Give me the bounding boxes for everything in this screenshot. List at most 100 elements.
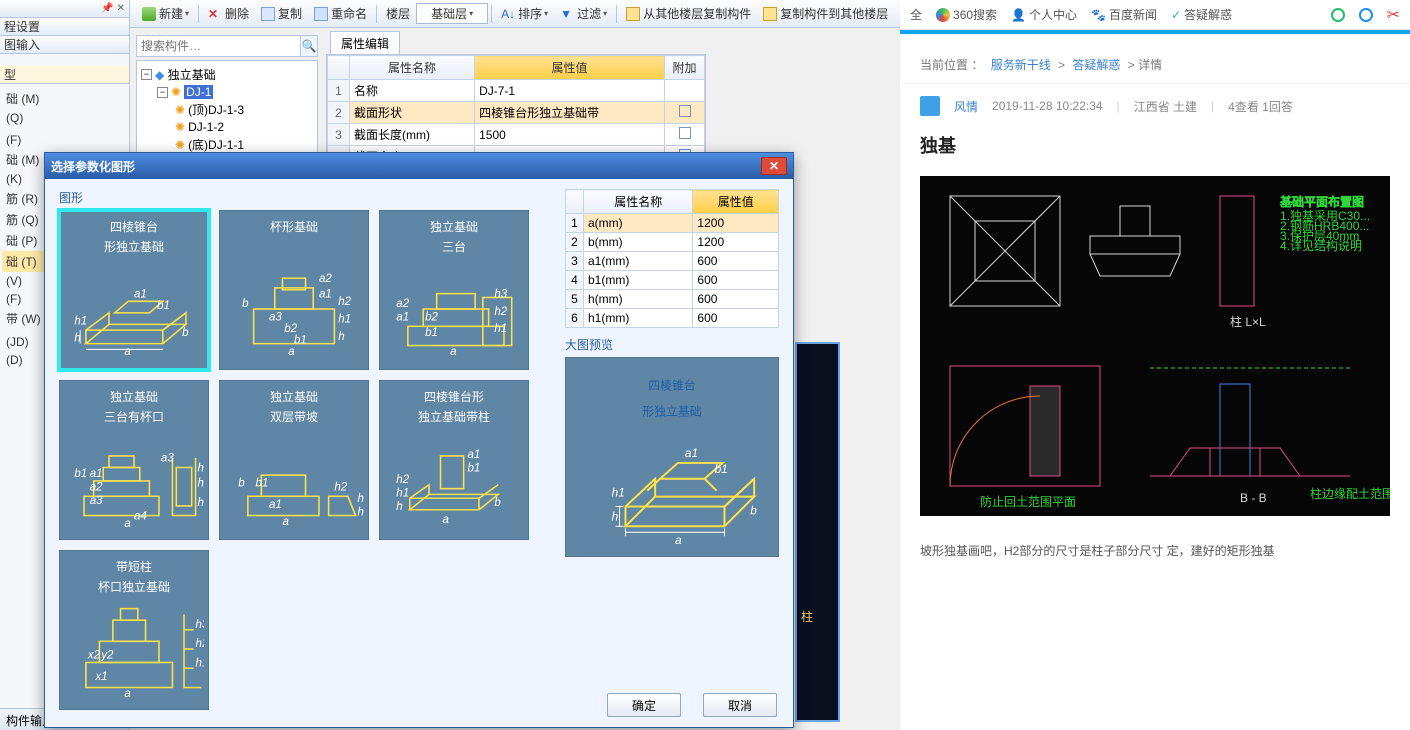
- shape-card[interactable]: 四棱锥台形独立基础带柱 a1b1h2h1hab: [379, 380, 529, 540]
- svg-text:a: a: [675, 533, 682, 547]
- left-type-item[interactable]: (F): [2, 131, 127, 149]
- meta-user[interactable]: 风情: [954, 98, 978, 115]
- prop-extra-checkbox[interactable]: [665, 124, 705, 146]
- param-name: b1(mm): [584, 271, 693, 290]
- status-dot-blue[interactable]: [1359, 8, 1373, 22]
- nav-personal[interactable]: 👤个人中心: [1011, 6, 1077, 23]
- prop-name: 截面长度(mm): [350, 124, 475, 146]
- svg-text:b1: b1: [157, 300, 170, 312]
- tb-copyfrom[interactable]: 从其他楼层复制构件: [620, 3, 757, 24]
- svg-text:h3: h3: [196, 619, 204, 631]
- dialog-titlebar[interactable]: 选择参数化图形 ✕: [45, 153, 793, 179]
- svg-text:h1: h1: [196, 657, 204, 669]
- svg-text:b: b: [182, 327, 189, 339]
- dialog-close-button[interactable]: ✕: [761, 157, 787, 175]
- canvas-label: 柱: [799, 606, 815, 627]
- left-type-item[interactable]: 础 (M): [2, 88, 127, 109]
- tree-item[interactable]: DJ-1: [184, 85, 213, 99]
- post-meta: 风情 2019-11-28 10:22:34 | 江西省 土建 | 4查看 1回…: [900, 83, 1410, 128]
- left-type-header: 型: [0, 66, 129, 84]
- shape-card[interactable]: 杯形基础 a2ba3b2b1h2h1haa1: [219, 210, 369, 370]
- svg-text:h2: h2: [338, 296, 351, 308]
- row-number: 6: [566, 309, 584, 328]
- scissors-icon[interactable]: ✂: [1387, 5, 1400, 25]
- search360-icon: [936, 8, 950, 22]
- left-type-item[interactable]: (Q): [2, 109, 127, 127]
- svg-text:b1: b1: [467, 462, 480, 474]
- dialog-ok-button[interactable]: 确定: [607, 693, 681, 717]
- tb-copy[interactable]: 复制: [255, 3, 308, 24]
- tree-collapse-icon[interactable]: −: [157, 87, 168, 98]
- pin-icon[interactable]: 📌 ✕: [101, 3, 125, 14]
- tb-delete[interactable]: ✕删除: [202, 3, 255, 24]
- svg-text:h1: h1: [338, 313, 351, 325]
- shape-card[interactable]: 独立基础三台有杯口 b1a1a2a3a3a4h3h2h1a: [59, 380, 209, 540]
- status-dot-green[interactable]: [1331, 8, 1345, 22]
- tb-filter[interactable]: ▼过滤▾: [554, 3, 613, 24]
- param-name: b(mm): [584, 233, 693, 252]
- svg-text:b: b: [242, 298, 249, 310]
- person-icon: 👤: [1011, 8, 1026, 22]
- svg-text:a: a: [282, 516, 289, 528]
- shape-card[interactable]: 独立基础双层带坡 bb1a1ah2h1h: [219, 380, 369, 540]
- tree-collapse-icon[interactable]: −: [141, 69, 152, 80]
- svg-text:a1: a1: [269, 499, 282, 511]
- prop-value[interactable]: 四棱锥台形独立基础带: [475, 102, 665, 124]
- crumb-link[interactable]: 答疑解惑: [1072, 58, 1120, 72]
- component-tree[interactable]: −◆ 独立基础 −✺DJ-1 ✺(顶)DJ-1-3 ✺DJ-1-2 ✺(底)DJ…: [136, 60, 318, 160]
- tb-sort[interactable]: A↓排序▾: [495, 3, 554, 24]
- tb-baselayer[interactable]: 基础层▾: [416, 3, 488, 24]
- search-input[interactable]: [136, 35, 301, 57]
- param-value[interactable]: 600: [693, 309, 779, 328]
- filter-icon: ▼: [560, 7, 574, 21]
- param-value[interactable]: 1200: [693, 233, 779, 252]
- post-image[interactable]: 基础平面布置图 1.独基采用C30...2.钢筋HRB400...3.保护层40…: [920, 176, 1390, 516]
- dialog-cancel-button[interactable]: 取消: [703, 693, 777, 717]
- tree-item[interactable]: (顶)DJ-1-3: [188, 101, 244, 118]
- svg-text:a3: a3: [161, 453, 174, 465]
- tree-root[interactable]: 独立基础: [168, 66, 216, 83]
- svg-text:a1: a1: [90, 468, 103, 480]
- svg-text:柱边缘配土范围: 柱边缘配土范围: [1310, 486, 1390, 501]
- shape-card[interactable]: 带短柱杯口独立基础 x2y2x1h3h2h1a: [59, 550, 209, 710]
- tree-item[interactable]: DJ-1-2: [188, 120, 224, 134]
- search-button[interactable]: 🔍: [301, 35, 318, 57]
- nav-360search[interactable]: 360搜索: [936, 6, 997, 23]
- svg-text:四棱锥台: 四棱锥台: [648, 379, 696, 393]
- copyto-icon: [763, 7, 777, 21]
- param-value[interactable]: 600: [693, 252, 779, 271]
- nav-baidunews[interactable]: 🐾百度新闻: [1091, 6, 1157, 23]
- prop-extra-checkbox[interactable]: [665, 80, 705, 102]
- svg-text:y2: y2: [100, 650, 114, 662]
- delete-icon: ✕: [208, 7, 222, 21]
- svg-text:h1: h1: [612, 486, 625, 500]
- svg-text:a4: a4: [134, 510, 147, 522]
- param-value[interactable]: 1200: [693, 214, 779, 233]
- shape-card[interactable]: 四棱锥台形独立基础 a1b1h1hab: [59, 210, 209, 370]
- breadcrumb: 当前位置 ： 服务新干线 > 答疑解惑 > 详情: [900, 34, 1410, 83]
- prop-value[interactable]: 1500: [475, 124, 665, 146]
- param-value[interactable]: 600: [693, 271, 779, 290]
- svg-text:b2: b2: [425, 312, 438, 324]
- prop-extra-checkbox[interactable]: [665, 102, 705, 124]
- param-value[interactable]: 600: [693, 290, 779, 309]
- nav-qa[interactable]: ✓答疑解惑: [1171, 6, 1232, 23]
- shape-card[interactable]: 独立基础三台 a2a1b2b1h3h2h1a: [379, 210, 529, 370]
- svg-text:a: a: [288, 346, 295, 358]
- tb-copyto[interactable]: 复制构件到其他楼层: [757, 3, 894, 24]
- crumb-link[interactable]: 服务新干线: [991, 58, 1051, 72]
- property-tab[interactable]: 属性编辑: [330, 31, 400, 55]
- dialog-title: 选择参数化图形: [51, 158, 135, 175]
- tb-floor[interactable]: 楼层: [380, 3, 416, 24]
- tree-item[interactable]: (底)DJ-1-1: [188, 136, 244, 153]
- left-section-2[interactable]: 图输入: [0, 36, 129, 54]
- prop-value[interactable]: DJ-7-1: [475, 80, 665, 102]
- tb-new[interactable]: 新建▾: [136, 3, 195, 24]
- tb-rename[interactable]: 重命名: [308, 3, 373, 24]
- nav-quanwang[interactable]: 全: [910, 6, 922, 23]
- component-search: 🔍: [136, 34, 318, 58]
- left-section-1[interactable]: 程设置: [0, 18, 129, 36]
- param-name: a1(mm): [584, 252, 693, 271]
- row-number: 2: [566, 233, 584, 252]
- svg-text:h: h: [396, 501, 402, 513]
